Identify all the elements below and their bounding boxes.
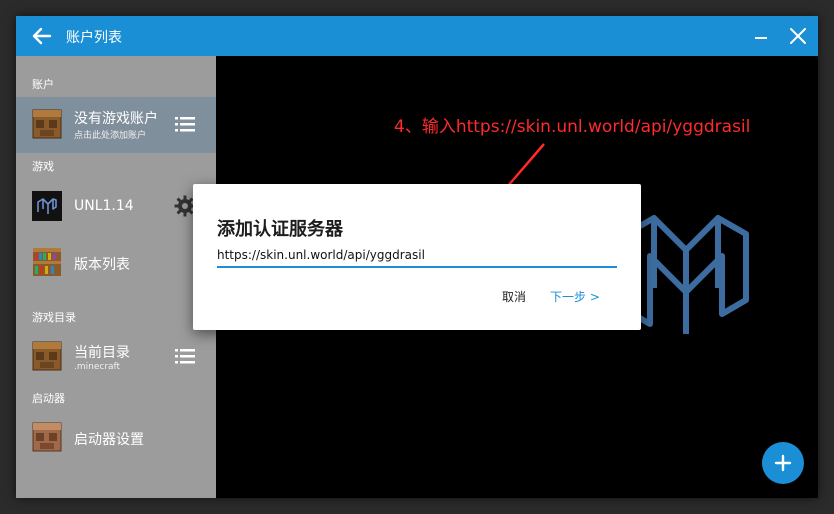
minimize-icon[interactable]	[753, 28, 769, 44]
back-arrow-icon[interactable]	[30, 26, 52, 46]
sidebar-item-versions[interactable]: 版本列表	[16, 235, 216, 291]
section-label-directory: 游戏目录	[32, 311, 76, 324]
versions-name: 版本列表	[74, 257, 130, 273]
close-icon[interactable]	[789, 27, 807, 45]
directory-name: 当前目录	[74, 345, 130, 361]
annotation-text: 4、输入https://skin.unl.world/api/yggdrasil	[394, 117, 751, 137]
section-label-game: 游戏	[32, 160, 54, 173]
bookshelf-icon	[33, 248, 61, 276]
game-name: UNL1.14	[74, 198, 134, 214]
account-sub: 点击此处添加账户	[74, 131, 147, 141]
sidebar-item-game[interactable]: UNL1.14	[16, 179, 216, 235]
auth-server-url-input[interactable]: https://skin.unl.world/api/yggdrasil	[217, 244, 617, 268]
section-label-launcher: 启动器	[32, 392, 65, 405]
plus-icon	[774, 454, 792, 472]
crafting-table-icon	[32, 109, 62, 139]
account-name: 没有游戏账户	[74, 111, 158, 127]
add-auth-server-dialog: 添加认证服务器 https://skin.unl.world/api/yggdr…	[193, 184, 641, 330]
add-fab-button[interactable]	[762, 442, 804, 484]
directory-sub: .minecraft	[74, 362, 121, 372]
unl-logo-icon	[32, 191, 62, 221]
title-bar: 账户列表	[16, 16, 818, 56]
launcher-settings-name: 启动器设置	[74, 432, 144, 448]
window-title: 账户列表	[66, 30, 122, 46]
menu-icon[interactable]	[174, 113, 196, 135]
menu-icon[interactable]	[174, 345, 196, 367]
section-label-accounts: 账户	[32, 78, 54, 91]
crafting-table-icon	[32, 422, 62, 452]
dialog-title: 添加认证服务器	[217, 219, 343, 240]
sidebar: 账户 没有游戏账户 点击此处添加账户 游戏 UNL1.14 版本列表 游戏目录 …	[16, 56, 216, 498]
sidebar-item-launcher-settings[interactable]: 启动器设置	[16, 410, 216, 466]
cancel-button[interactable]: 取消	[502, 288, 526, 305]
next-button[interactable]: 下一步 >	[550, 288, 600, 305]
sidebar-item-directory[interactable]: 当前目录 .minecraft	[16, 329, 216, 385]
sidebar-item-account[interactable]: 没有游戏账户 点击此处添加账户	[16, 97, 216, 153]
crafting-table-icon	[32, 341, 62, 371]
